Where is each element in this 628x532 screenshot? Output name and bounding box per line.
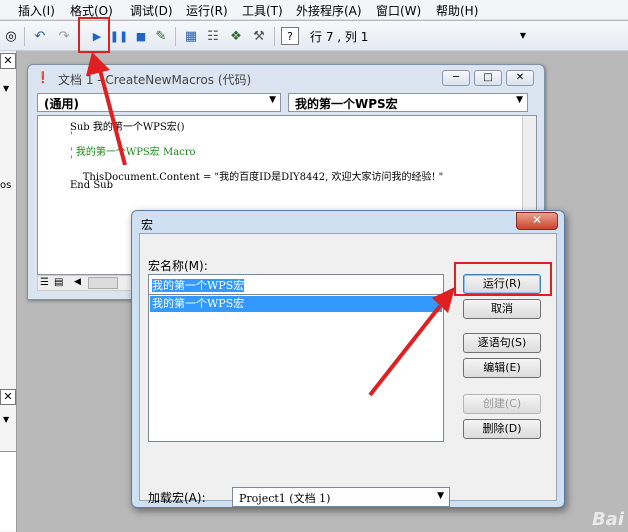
annotation-arrows <box>86 52 455 397</box>
arrow-to-dialog-run <box>368 304 442 397</box>
arrow-to-toolbar-run <box>98 69 127 166</box>
watermark: Bai <box>591 509 624 530</box>
arrowhead <box>86 52 110 76</box>
